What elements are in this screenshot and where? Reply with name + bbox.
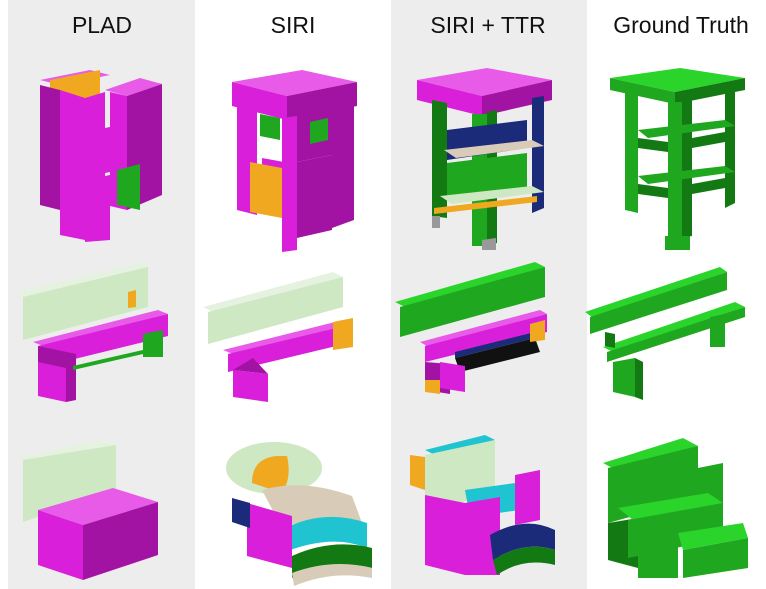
siri-bench-render xyxy=(203,272,353,402)
column-title-plad: PLAD xyxy=(71,12,133,38)
column-title-siri-ttr: SIRI + TTR xyxy=(430,12,546,38)
siri-armchair-render xyxy=(226,442,372,586)
ground-truth-armchair-render xyxy=(603,438,748,578)
column-title-ground-truth: Ground Truth xyxy=(613,12,749,38)
plad-bench-render xyxy=(18,262,168,402)
siri-stand-render xyxy=(232,70,357,252)
ground-truth-stand-render xyxy=(610,68,745,250)
column-title-siri: SIRI xyxy=(270,12,316,38)
siri-ttr-stand-render xyxy=(417,68,552,250)
siri-ttr-bench-render xyxy=(395,262,547,394)
plad-stand-render xyxy=(40,70,162,242)
siri-ttr-armchair-render xyxy=(410,435,555,575)
ground-truth-bench-render xyxy=(585,267,745,400)
plad-armchair-render xyxy=(18,440,158,580)
